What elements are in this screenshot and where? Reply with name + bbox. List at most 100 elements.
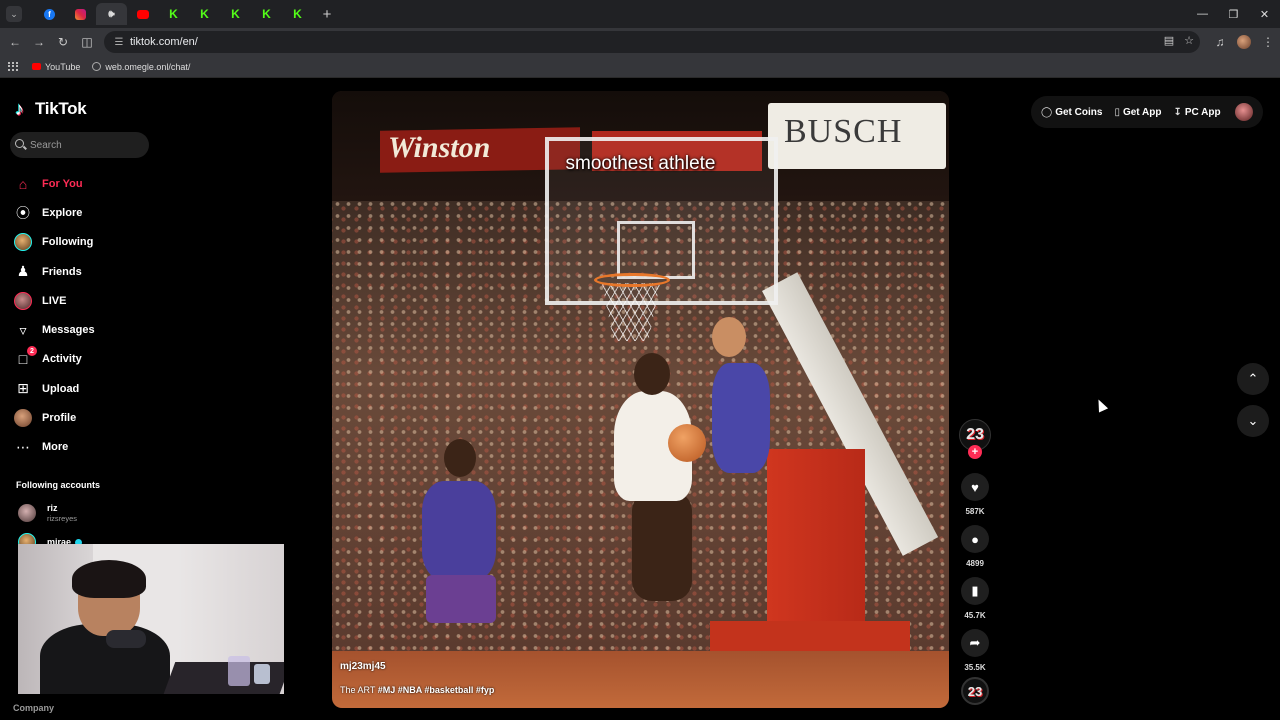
like-button[interactable]: ♥ [961,473,989,501]
kick-icon: K [262,7,271,21]
avatar [1237,35,1251,49]
search-input[interactable] [30,139,140,151]
follow-plus-button[interactable]: + [968,445,982,459]
sidebar-item-more[interactable]: ⋯ More [14,433,95,462]
browser-toolbar: ← → ↻ ◫ ☰ tiktok.com/en/ ▤ ☆ ♫ ⋮ [0,28,1280,56]
tab-search-button[interactable]: ⌄ [6,6,22,22]
apps-grid-icon[interactable] [8,61,18,72]
bookmark-youtube[interactable]: YouTube [32,62,80,72]
sidebar-item-for-you[interactable]: ⌂ For You [14,169,95,198]
globe-icon [92,62,102,71]
new-tab-button[interactable]: + [319,6,335,23]
facebook-icon: f [44,8,55,20]
sidebar-item-live[interactable]: LIVE [14,286,95,315]
following-avatar [14,233,32,252]
tab-kick-3[interactable]: K [220,3,251,25]
user-avatar-button[interactable] [1234,103,1253,121]
tab-youtube[interactable] [127,3,158,25]
tab-instagram[interactable] [65,3,96,25]
pc-app-button[interactable]: ↧ PC App [1173,107,1220,118]
video-sign-text: BUSCH [784,113,903,150]
video-caption-overlay: smoothest athlete [565,153,716,174]
video-court-floor [332,651,949,708]
video-player-jazz [712,363,770,473]
chevron-down-icon: ⌄ [1247,413,1259,428]
media-control-icon[interactable]: ♫ [1208,30,1232,54]
audio-playing-icon[interactable]: 🕪 [106,9,117,20]
video-author[interactable]: mj23mj45 [340,661,386,672]
video-basketball [668,424,706,462]
avatar [18,504,36,522]
profile-avatar-button[interactable] [1232,30,1256,54]
sidebar-item-following[interactable]: Following [14,228,95,257]
webcam-overlay [18,544,284,694]
install-app-icon[interactable]: ▤ [1164,34,1174,47]
mouse-cursor [1093,397,1109,413]
next-video-button[interactable]: ⌄ [1237,405,1269,437]
video-player-main-head [634,353,670,395]
tab-kick-1[interactable]: K [158,3,189,25]
bookmark-icon: ▮ [971,583,979,598]
video-description: The ART #MJ #NBA #basketball #fyp [340,685,494,695]
split-view-button[interactable]: ◫ [75,30,99,54]
bookmark-omegle[interactable]: web.omegle.onl/chat/ [92,62,190,72]
bookmark-star-icon[interactable]: ☆ [1184,34,1194,47]
send-icon: ▿ [19,321,27,338]
get-app-label: Get App [1122,106,1162,118]
get-app-button[interactable]: ▯ Get App [1114,107,1161,118]
sidebar-item-activity[interactable]: □ 2 Activity [14,345,95,374]
share-count: 35.5K [964,663,986,672]
site-info-icon[interactable]: ☰ [110,37,128,48]
reload-button[interactable]: ↻ [51,30,75,54]
bookmark-button[interactable]: ▮ [961,577,989,605]
sidebar-item-friends[interactable]: ♟ Friends [14,257,95,286]
following-account-riz[interactable]: riz rizsreyes [18,503,77,523]
previous-video-button[interactable]: ⌃ [1237,363,1269,395]
restore-button[interactable]: ❐ [1218,0,1249,28]
minimize-button[interactable]: — [1187,0,1218,28]
bookmarks-bar: YouTube web.omegle.onl/chat/ [0,56,1280,78]
chevron-up-icon: ⌃ [1247,371,1259,386]
comment-icon: ● [971,531,979,547]
browser-tabstrip: ⌄ f 🕪 K K K K K + — ❐ ✕ [0,0,1280,28]
tab-kick-2[interactable]: K [189,3,220,25]
tab-tiktok-active[interactable]: 🕪 [96,3,127,25]
browser-menu-icon[interactable]: ⋮ [1256,30,1280,54]
profile-avatar [14,409,32,428]
kick-icon: K [293,7,302,21]
account-text: riz rizsreyes [47,503,77,523]
forward-button[interactable]: → [27,30,51,54]
tab-kick-5[interactable]: K [282,3,313,25]
company-link[interactable]: Company [13,703,54,713]
url-text[interactable]: tiktok.com/en/ [130,36,198,48]
get-coins-button[interactable]: ◯ Get Coins [1041,107,1102,118]
top-actions-bar: ◯ Get Coins ▯ Get App ↧ PC App [1031,96,1263,128]
activity-badge: 2 [27,346,37,357]
video-hashtags[interactable]: #MJ #NBA #basketball #fyp [378,685,495,695]
tiktok-logo[interactable]: ♪ TikTok [15,99,87,119]
tab-kick-4[interactable]: K [251,3,282,25]
sidebar-item-label: Explore [42,206,83,219]
share-button[interactable]: ➦ [961,629,989,657]
video-player[interactable]: Winston BUSCH smoothest athlete mj23mj45… [332,91,949,708]
sidebar-item-explore[interactable]: ⦿ Explore [14,198,95,227]
sidebar-item-upload[interactable]: ⊞ Upload [14,374,95,403]
music-disc[interactable]: 23 [961,677,989,705]
pc-app-label: PC App [1184,106,1221,118]
sidebar-item-messages[interactable]: ▿ Messages [14,315,94,344]
sidebar-item-label: LIVE [42,294,67,307]
friends-icon: ♟ [16,263,30,280]
sidebar-item-label: Activity [42,353,82,366]
live-avatar [14,291,32,310]
search-box[interactable] [10,132,149,158]
back-button[interactable]: ← [3,30,27,54]
share-action: ➦ 35.5K [961,629,989,672]
tab-facebook[interactable]: f [34,3,65,25]
close-window-button[interactable]: ✕ [1249,0,1280,28]
more-icon: ⋯ [16,438,30,455]
webcam-cup [254,664,270,684]
comment-button[interactable]: ● [961,525,989,553]
sidebar-item-profile[interactable]: Profile [14,403,95,432]
address-bar[interactable]: ☰ tiktok.com/en/ ▤ ☆ [104,31,1200,53]
video-player-jazz-head [712,317,746,357]
